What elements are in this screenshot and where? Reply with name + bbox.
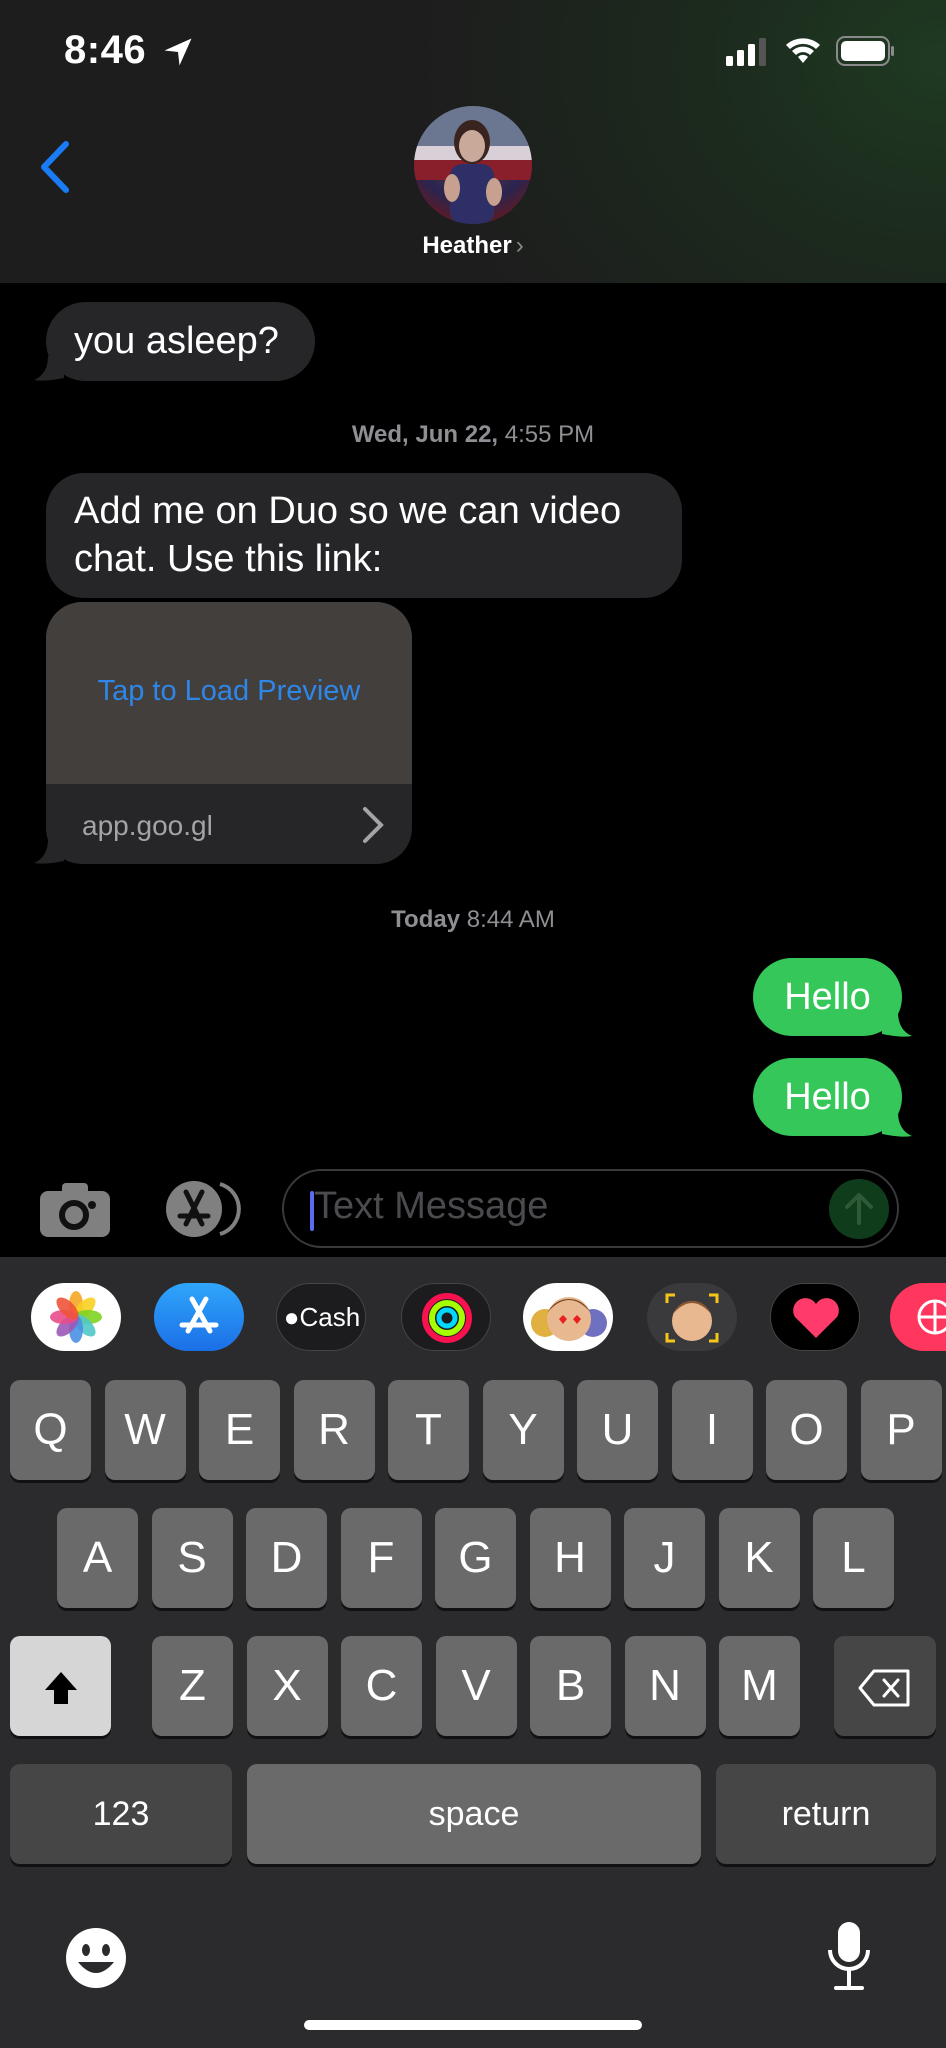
camera-icon[interactable] [40, 1183, 110, 1237]
animoji-icon [665, 1293, 719, 1343]
apple-logo-icon: ● [283, 1302, 300, 1332]
received-message[interactable]: you asleep? [46, 302, 315, 381]
photos-app-button[interactable] [31, 1283, 121, 1351]
location-arrow-icon [164, 38, 192, 66]
chevron-right-icon: › [515, 232, 524, 259]
apple-cash-app-button[interactable]: ●Cash [276, 1283, 366, 1351]
message-text: Add me on Duo so we can video chat. Use … [74, 490, 622, 580]
timestamp: Today 8:44 AM [0, 906, 946, 934]
bubble-tail [882, 1112, 912, 1137]
key-c[interactable]: C [341, 1636, 422, 1736]
received-message[interactable]: Add me on Duo so we can video chat. Use … [46, 473, 682, 598]
timestamp-time: 8:44 AM [466, 906, 555, 933]
key-x[interactable]: X [246, 1636, 328, 1736]
memoji-stickers-icon [531, 1297, 607, 1341]
home-indicator [304, 2020, 642, 2030]
conversation-header: 8:46 Heather › [0, 0, 946, 283]
key-v[interactable]: V [435, 1636, 517, 1736]
key-e[interactable]: E [199, 1380, 280, 1480]
message-text: Hello [784, 1076, 871, 1118]
key-u[interactable]: U [577, 1380, 658, 1480]
key-w[interactable]: W [104, 1380, 186, 1480]
key-y[interactable]: Y [482, 1380, 564, 1480]
app-store-icon [179, 1296, 219, 1334]
key-q[interactable]: Q [10, 1380, 91, 1480]
key-d[interactable]: D [246, 1508, 327, 1608]
key-r[interactable]: R [293, 1380, 375, 1480]
sent-message[interactable]: Hello [753, 958, 902, 1036]
key-a[interactable]: A [57, 1508, 138, 1608]
bubble-tail [34, 356, 64, 381]
animoji-app-button[interactable] [647, 1283, 737, 1351]
message-text: you asleep? [74, 320, 279, 362]
key-o[interactable]: O [766, 1380, 847, 1480]
shift-key[interactable] [10, 1636, 111, 1736]
keyboard: ●Cash QWERTYU I O P A S D F G H J K L Z … [0, 1257, 946, 2048]
app-store-icon[interactable] [158, 1180, 244, 1238]
text-message-input[interactable]: Text Message [282, 1169, 899, 1248]
text-message-placeholder: Text Message [314, 1185, 549, 1227]
key-g[interactable]: G [435, 1508, 516, 1608]
delete-backspace-icon [858, 1669, 910, 1707]
key-k[interactable]: K [718, 1508, 800, 1608]
link-domain: app.goo.gl [82, 810, 213, 841]
key-b[interactable]: B [530, 1636, 611, 1736]
key-h[interactable]: H [529, 1508, 611, 1608]
activity-app-button[interactable] [401, 1283, 491, 1351]
key-f[interactable]: F [340, 1508, 422, 1608]
key-t[interactable]: T [388, 1380, 469, 1480]
space-key[interactable]: space [247, 1764, 701, 1864]
sent-message[interactable]: Hello [753, 1058, 902, 1136]
link-preview-card[interactable]: Tap to Load Preview app.goo.gl [46, 602, 412, 864]
contact-avatar[interactable] [414, 106, 532, 224]
digital-touch-app-button[interactable] [770, 1283, 860, 1351]
status-time: 8:46 [64, 28, 147, 72]
app-store-app-button[interactable] [154, 1283, 244, 1351]
contact-name-button[interactable]: Heather › [0, 232, 946, 260]
key-j[interactable]: J [624, 1508, 705, 1608]
back-chevron-icon[interactable] [36, 140, 76, 194]
cellular-signal-icon [726, 38, 766, 66]
chevron-right-icon [363, 807, 384, 843]
activity-rings-icon [422, 1293, 472, 1343]
shift-arrow-icon [44, 1672, 77, 1705]
key-n[interactable]: N [624, 1636, 706, 1736]
return-key[interactable]: return [716, 1764, 936, 1864]
key-s[interactable]: S [151, 1508, 233, 1608]
battery-icon [836, 36, 894, 66]
numbers-key[interactable]: 123 [10, 1764, 232, 1864]
key-p[interactable]: P [860, 1380, 942, 1480]
heart-icon [793, 1298, 839, 1338]
globe-search-icon [917, 1299, 946, 1335]
microphone-icon[interactable] [826, 1920, 872, 1992]
emoji-face-icon[interactable] [64, 1926, 128, 1990]
photos-icon [50, 1291, 102, 1343]
bubble-tail [882, 1012, 912, 1037]
key-i[interactable]: I [671, 1380, 753, 1480]
tap-to-load-preview-link[interactable]: Tap to Load Preview [46, 675, 412, 708]
bubble-tail [34, 839, 64, 864]
key-l[interactable]: L [813, 1508, 894, 1608]
key-m[interactable]: M [719, 1636, 800, 1736]
apple-cash-label: ●Cash [283, 1302, 361, 1332]
timestamp-day: Today [391, 906, 461, 933]
delete-key[interactable] [834, 1636, 936, 1736]
wifi-icon [786, 38, 820, 63]
message-text: Hello [784, 976, 871, 1018]
send-button[interactable] [829, 1179, 889, 1239]
images-app-button[interactable] [890, 1283, 946, 1351]
contact-name: Heather [422, 232, 512, 259]
timestamp-time: 4:55 PM [504, 421, 595, 448]
avatar-photo [414, 106, 532, 224]
memoji-stickers-app-button[interactable] [523, 1283, 613, 1351]
timestamp-day: Wed, Jun 22, [351, 421, 499, 448]
arrow-up-icon [845, 1193, 873, 1225]
link-preview-area[interactable]: Tap to Load Preview [46, 602, 412, 784]
timestamp: Wed, Jun 22, 4:55 PM [0, 421, 946, 449]
key-z[interactable]: Z [152, 1636, 233, 1736]
